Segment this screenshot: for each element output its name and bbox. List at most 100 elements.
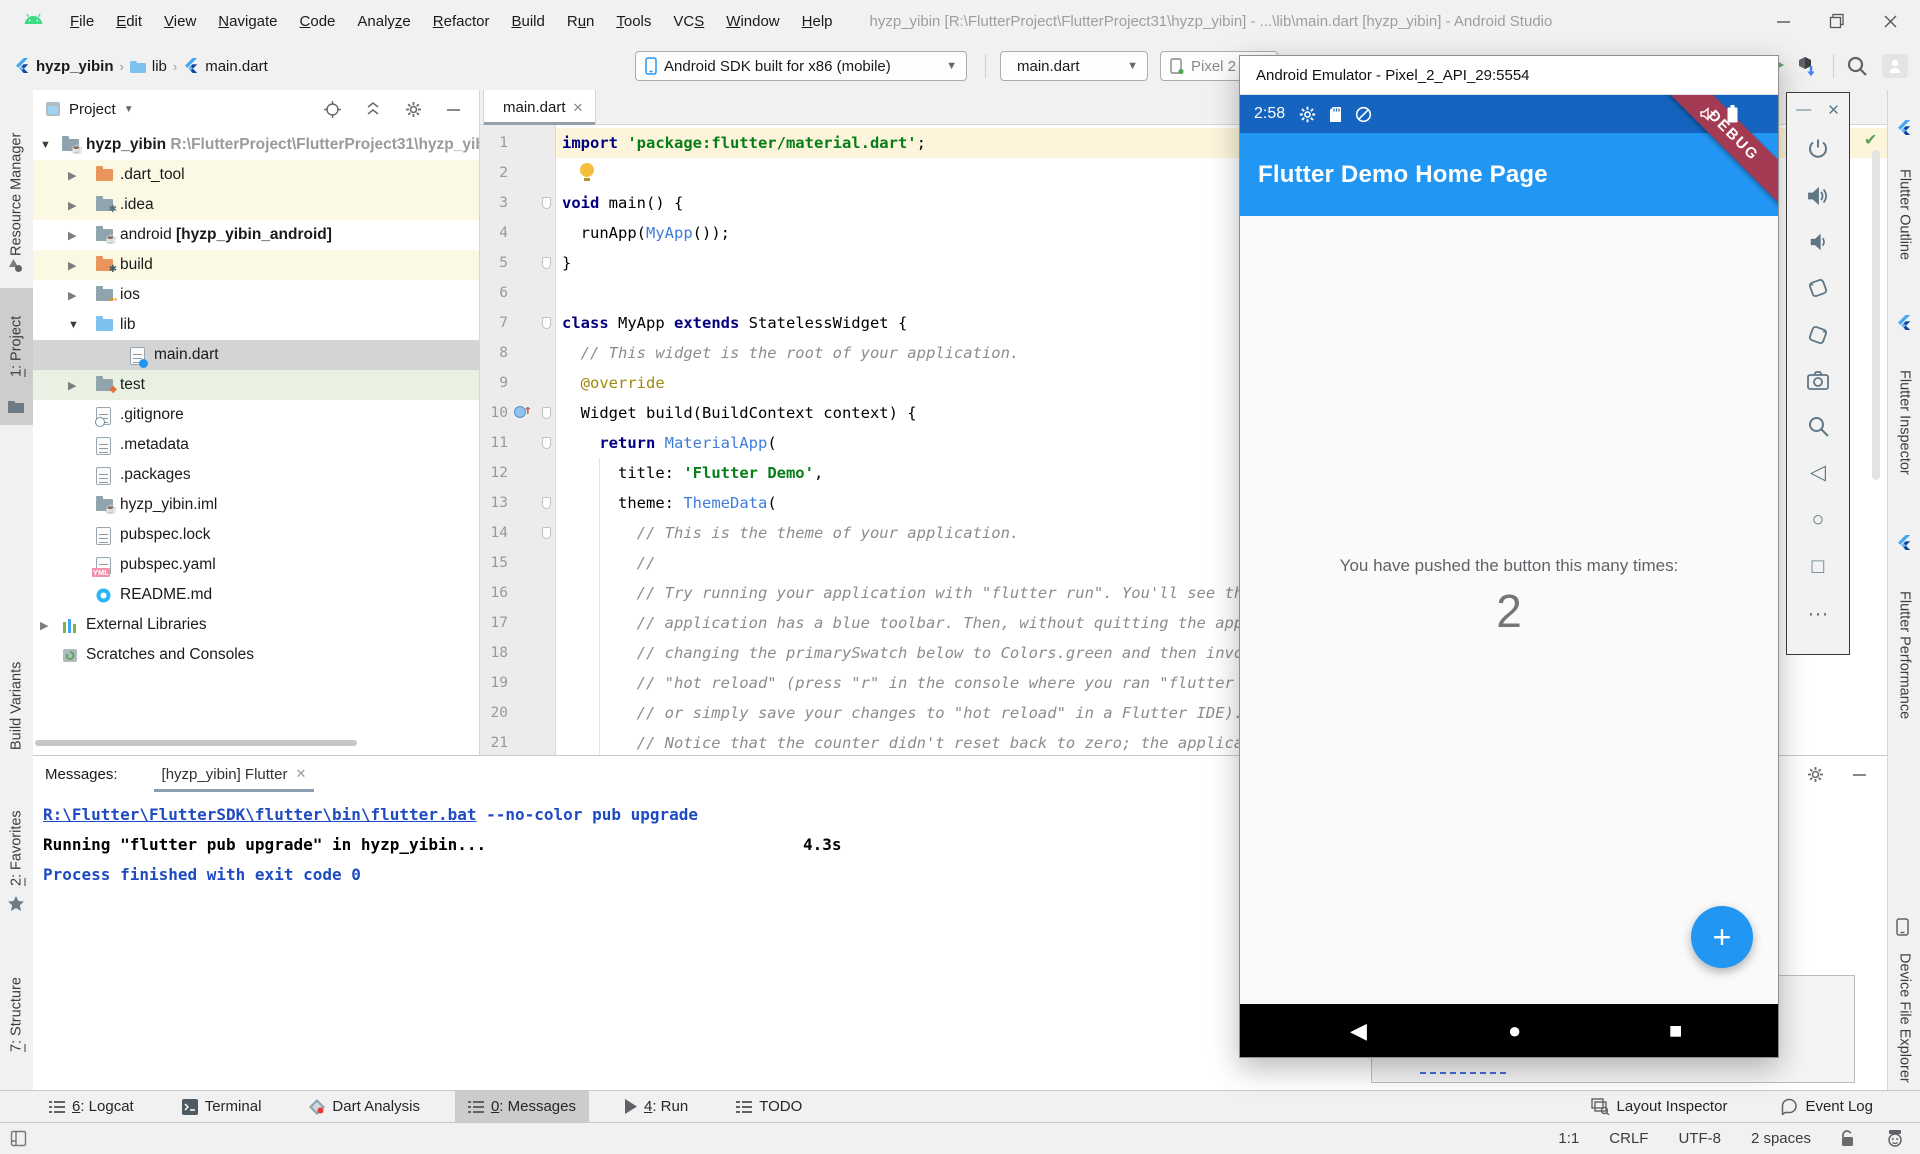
tree-item-hyzp-yibin-iml[interactable]: ☕hyzp_yibin.iml bbox=[33, 490, 479, 520]
stripe-resource-manager[interactable]: Resource Manager bbox=[0, 104, 33, 284]
tree-item-readme-md[interactable]: README.md bbox=[33, 580, 479, 610]
emulator-home-button[interactable]: ○ bbox=[1812, 508, 1825, 532]
fab-increment-button[interactable]: + bbox=[1691, 906, 1753, 968]
toolbtn-0-messages[interactable]: 0: Messages bbox=[455, 1091, 589, 1123]
toolbtn-dart-analysis[interactable]: Dart Analysis bbox=[296, 1091, 433, 1123]
collapse-all-icon[interactable] bbox=[365, 101, 381, 118]
messages-tab-flutter[interactable]: [hyzp_yibin] Flutter ✕ bbox=[148, 756, 321, 792]
status-widget[interactable]: 2 spaces bbox=[1751, 1130, 1811, 1147]
menu-item-analyze[interactable]: Analyze bbox=[346, 9, 421, 34]
fold-marker-icon[interactable] bbox=[542, 197, 551, 209]
chevron-right-icon[interactable]: ▶ bbox=[68, 169, 76, 182]
nav-overview-button[interactable]: ■ bbox=[1669, 1004, 1682, 1057]
hide-panel-icon[interactable] bbox=[1852, 766, 1867, 783]
hide-panel-icon[interactable] bbox=[446, 101, 461, 118]
stripe-flutter-outline[interactable]: Flutter Outline bbox=[1888, 135, 1920, 295]
tree-item-external-libraries[interactable]: ▶External Libraries bbox=[33, 610, 479, 640]
fold-marker-icon[interactable] bbox=[542, 257, 551, 269]
emulator-close-icon[interactable]: ✕ bbox=[1827, 101, 1840, 119]
settings-gear-icon[interactable] bbox=[1807, 766, 1824, 783]
tree-item--gitignore[interactable]: .gitignore bbox=[33, 400, 479, 430]
run-config-dropdown[interactable]: main.dart ▼ bbox=[1000, 51, 1148, 81]
stripe-project-active[interactable]: 1: Project bbox=[0, 288, 33, 425]
menu-item-tools[interactable]: Tools bbox=[605, 9, 662, 34]
chevron-right-icon[interactable]: ▶ bbox=[68, 289, 76, 302]
tree-item-build[interactable]: ▶✱build bbox=[33, 250, 479, 280]
fold-marker-icon[interactable] bbox=[542, 437, 551, 449]
nav-home-button[interactable]: ● bbox=[1508, 1004, 1521, 1057]
tree-item-hyzp-yibin[interactable]: ▼☕hyzp_yibin R:\FlutterProject\FlutterPr… bbox=[33, 130, 479, 160]
minimize-window-icon[interactable] bbox=[1776, 14, 1791, 29]
emulator-camera-button[interactable] bbox=[1806, 370, 1830, 392]
project-panel-title[interactable]: Project bbox=[69, 101, 116, 118]
sdk-manager-icon[interactable] bbox=[1796, 55, 1818, 77]
tree-item--idea[interactable]: ▶✱.idea bbox=[33, 190, 479, 220]
tree-item-scratches-and-consoles[interactable]: Scratches and Consoles bbox=[33, 640, 479, 670]
emulator-zoom-button[interactable] bbox=[1807, 415, 1830, 438]
tree-item-pubspec-yaml[interactable]: YMLpubspec.yaml bbox=[33, 550, 479, 580]
menu-item-window[interactable]: Window bbox=[715, 9, 790, 34]
chevron-down-icon[interactable]: ▼ bbox=[68, 319, 79, 331]
toolbtn-layout-inspector[interactable]: Layout Inspector bbox=[1578, 1091, 1741, 1123]
horizontal-scrollbar[interactable] bbox=[35, 740, 357, 746]
restore-window-icon[interactable] bbox=[1829, 13, 1845, 29]
emulator-more-button[interactable]: ··· bbox=[1808, 602, 1829, 626]
chevron-right-icon[interactable]: ▶ bbox=[68, 229, 76, 242]
chevron-right-icon[interactable]: ▶ bbox=[68, 259, 76, 272]
search-everywhere-icon[interactable] bbox=[1846, 55, 1868, 77]
emulator-volume-down-button[interactable] bbox=[1807, 231, 1829, 253]
override-marker-icon[interactable] bbox=[514, 406, 526, 418]
close-tab-icon[interactable]: ✕ bbox=[573, 100, 584, 116]
status-widget[interactable]: UTF-8 bbox=[1678, 1130, 1721, 1147]
lock-unlocked-icon[interactable] bbox=[1841, 1130, 1856, 1147]
tree-item-main-dart[interactable]: main.dart bbox=[33, 340, 479, 370]
emulator-minimize-icon[interactable]: — bbox=[1796, 101, 1811, 119]
emulator-rotate-left-button[interactable] bbox=[1806, 276, 1830, 300]
emulator-rotate-right-button[interactable] bbox=[1806, 323, 1830, 347]
menu-item-file[interactable]: File bbox=[59, 9, 105, 34]
emulator-title-bar[interactable]: Android Emulator - Pixel_2_API_29:5554 bbox=[1240, 56, 1778, 95]
fold-marker-icon[interactable] bbox=[542, 407, 551, 419]
nav-back-button[interactable]: ◀ bbox=[1350, 1004, 1367, 1057]
stripe-flutter-performance[interactable]: Flutter Performance bbox=[1888, 550, 1920, 760]
settings-gear-icon[interactable] bbox=[405, 101, 422, 118]
stripe-favorites[interactable]: 2: Favorites bbox=[0, 802, 33, 894]
menu-item-build[interactable]: Build bbox=[500, 9, 555, 34]
menu-item-view[interactable]: View bbox=[153, 9, 207, 34]
intention-bulb-icon[interactable] bbox=[580, 163, 594, 177]
tree-item-test[interactable]: ▶◆test bbox=[33, 370, 479, 400]
fold-marker-icon[interactable] bbox=[542, 317, 551, 329]
tree-item--metadata[interactable]: .metadata bbox=[33, 430, 479, 460]
tree-item--packages[interactable]: .packages bbox=[33, 460, 479, 490]
menu-item-navigate[interactable]: Navigate bbox=[207, 9, 288, 34]
fold-marker-icon[interactable] bbox=[542, 497, 551, 509]
breadcrumb-item[interactable]: main.dart bbox=[205, 58, 268, 75]
tree-item--dart-tool[interactable]: ▶.dart_tool bbox=[33, 160, 479, 190]
device-selector-dropdown[interactable]: Android SDK built for x86 (mobile) ▼ bbox=[635, 51, 967, 81]
tab-main-dart[interactable]: main.dart ✕ bbox=[483, 90, 596, 125]
menu-item-help[interactable]: Help bbox=[791, 9, 844, 34]
toolbtn-6-logcat[interactable]: 6: Logcat bbox=[36, 1091, 147, 1123]
structure-tool-icon[interactable] bbox=[8, 258, 23, 273]
close-window-icon[interactable] bbox=[1883, 14, 1898, 29]
menu-item-vcs[interactable]: VCS bbox=[662, 9, 715, 34]
breadcrumb-item[interactable]: hyzp_yibin bbox=[36, 58, 114, 75]
tree-item-lib[interactable]: ▼lib bbox=[33, 310, 479, 340]
stripe-flutter-inspector[interactable]: Flutter Inspector bbox=[1888, 330, 1920, 515]
chevron-down-icon[interactable]: ▼ bbox=[40, 139, 51, 151]
avatar[interactable] bbox=[1882, 54, 1908, 78]
status-widget[interactable]: CRLF bbox=[1609, 1130, 1648, 1147]
chevron-down-icon[interactable]: ▼ bbox=[124, 104, 134, 115]
tool-window-layout-icon[interactable] bbox=[10, 1130, 27, 1147]
tree-item-pubspec-lock[interactable]: pubspec.lock bbox=[33, 520, 479, 550]
menu-item-run[interactable]: Run bbox=[556, 9, 606, 34]
menu-item-refactor[interactable]: Refactor bbox=[422, 9, 501, 34]
toolbtn-todo[interactable]: TODO bbox=[723, 1091, 815, 1123]
toolbtn-event-log[interactable]: Event Log bbox=[1768, 1091, 1886, 1123]
menu-item-edit[interactable]: Edit bbox=[105, 9, 153, 34]
fold-marker-icon[interactable] bbox=[542, 527, 551, 539]
editor-scrollbar[interactable] bbox=[1872, 150, 1880, 480]
menu-item-code[interactable]: Code bbox=[289, 9, 347, 34]
emulator-overview-button[interactable]: □ bbox=[1812, 555, 1825, 579]
tree-item-ios[interactable]: ▶•••ios bbox=[33, 280, 479, 310]
